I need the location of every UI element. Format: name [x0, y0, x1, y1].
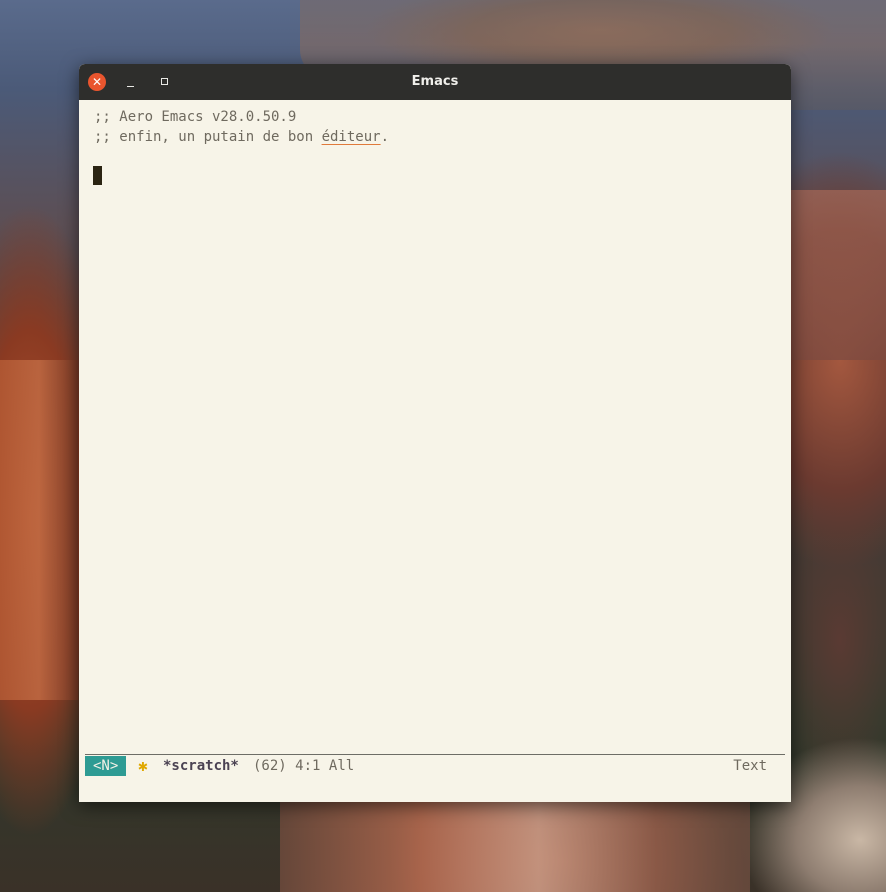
buffer-info: (62) 4:1 All [253, 755, 354, 777]
misspelled-word: éditeur [321, 129, 381, 145]
editor-buffer[interactable]: ;; Aero Emacs v28.0.50.9 ;; enfin, un pu… [79, 100, 791, 754]
text-cursor [93, 166, 102, 185]
evil-state-badge: <N> [85, 756, 127, 776]
buffer-size: (62) [253, 758, 287, 774]
wallpaper-rocks [280, 802, 750, 892]
minibuffer[interactable] [79, 777, 791, 802]
cursor-position: 4:1 [295, 758, 321, 774]
wallpaper-cliff-left [0, 360, 78, 700]
scroll-position: All [328, 758, 355, 774]
window-titlebar[interactable]: ✕ Emacs [79, 64, 791, 100]
buffer-line-2: ;; enfin, un putain de bon éditeur. [94, 127, 389, 147]
buffer-line-2-period: . [380, 129, 390, 145]
window-title: Emacs [411, 74, 459, 89]
asterisk-icon: ✱ [138, 756, 148, 775]
buffer-line-1: ;; Aero Emacs v28.0.50.9 [94, 109, 297, 125]
wallpaper-cliff-right [791, 190, 886, 360]
emacs-window: ✕ Emacs ;; Aero Emacs v28.0.50.9 ;; enfi… [79, 64, 791, 802]
mode-line: <N> ✱ *scratch* (62) 4:1 All Text [85, 754, 785, 777]
buffer-name: *scratch* [163, 758, 239, 774]
major-mode[interactable]: Text [733, 755, 767, 777]
buffer-line-2-text: ;; enfin, un putain de bon [94, 129, 322, 145]
